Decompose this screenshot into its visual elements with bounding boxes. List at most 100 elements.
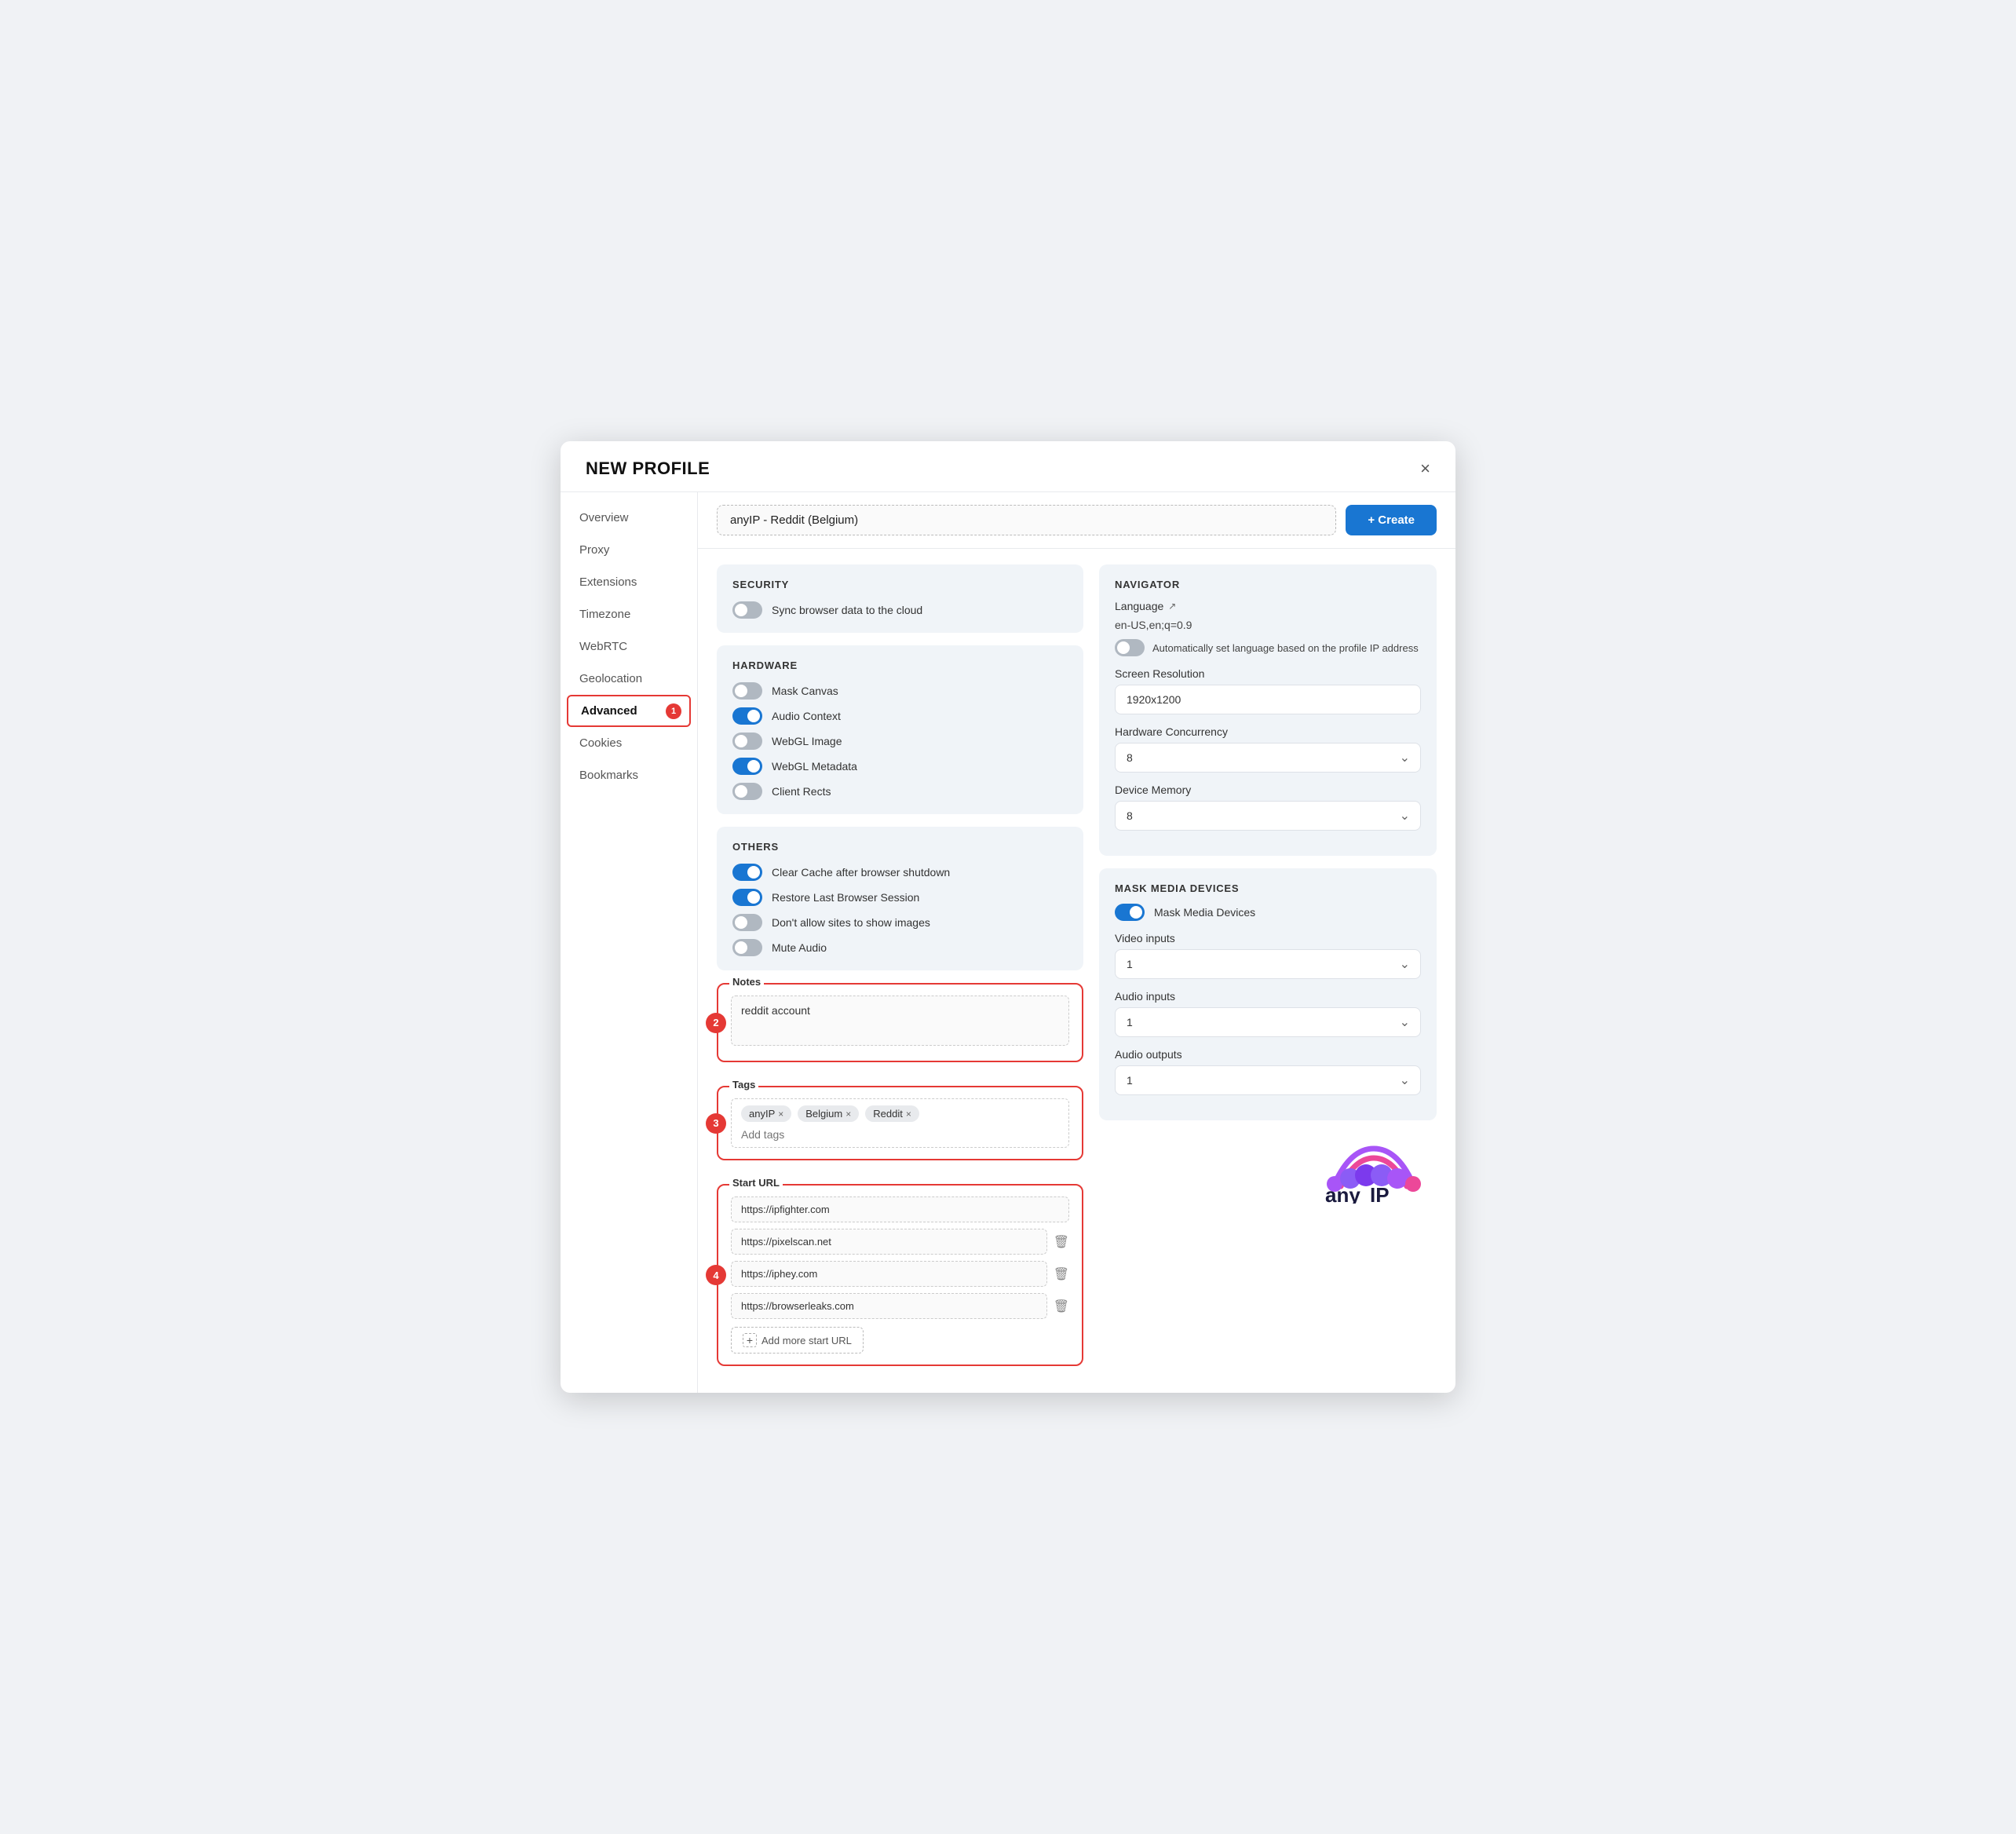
anyip-logo-svg: any IP (1311, 1141, 1437, 1204)
sidebar-badge-advanced: 1 (666, 703, 681, 719)
mask-media-title: MASK MEDIA DEVICES (1115, 882, 1421, 894)
audio-context-label: Audio Context (772, 710, 841, 722)
external-link-icon[interactable]: ↗ (1168, 601, 1176, 612)
tag-reddit-remove[interactable]: × (906, 1109, 911, 1120)
audio-inputs-select[interactable]: 1234 (1115, 1007, 1421, 1037)
start-url-section: Start URL 🗑 (717, 1184, 1083, 1366)
step-badge-4: 4 (706, 1265, 726, 1285)
sidebar-item-proxy[interactable]: Proxy (561, 534, 697, 566)
others-title: OTHERS (732, 841, 1068, 853)
screen-res-label: Screen Resolution (1115, 667, 1421, 680)
tag-belgium-remove[interactable]: × (845, 1109, 851, 1120)
sidebar-item-cookies[interactable]: Cookies (561, 727, 697, 759)
webgl-image-toggle[interactable] (732, 733, 762, 750)
hw-concurrency-select-wrapper: 124816 (1115, 743, 1421, 773)
mask-media-section: MASK MEDIA DEVICES Mask Media Devices Vi… (1099, 868, 1437, 1120)
mute-audio-toggle[interactable] (732, 939, 762, 956)
no-images-toggle[interactable] (732, 914, 762, 931)
create-button[interactable]: + Create (1346, 505, 1437, 535)
tag-belgium: Belgium × (798, 1105, 859, 1122)
restore-session-label: Restore Last Browser Session (772, 891, 919, 904)
close-button[interactable]: × (1420, 460, 1430, 477)
others-row-2: Don't allow sites to show images (732, 914, 1068, 931)
video-inputs-select[interactable]: 1234 (1115, 949, 1421, 979)
tag-input[interactable] (741, 1128, 883, 1141)
left-panel: SECURITY Sync browser data to the cloud … (717, 564, 1083, 1377)
client-rects-toggle[interactable] (732, 783, 762, 800)
navigator-section: NAVIGATOR Language ↗ en-US,en;q=0.9 Auto… (1099, 564, 1437, 856)
sidebar-item-extensions[interactable]: Extensions (561, 566, 697, 598)
clear-cache-label: Clear Cache after browser shutdown (772, 866, 950, 879)
device-memory-select[interactable]: 124816 (1115, 801, 1421, 831)
language-label: Language ↗ (1115, 600, 1421, 612)
audio-context-toggle[interactable] (732, 707, 762, 725)
security-title: SECURITY (732, 579, 1068, 590)
sidebar-item-bookmarks[interactable]: Bookmarks (561, 759, 697, 791)
hw-row-4: Client Rects (732, 783, 1068, 800)
sidebar-item-advanced[interactable]: Advanced1 (567, 695, 691, 727)
hw-row-3: WebGL Metadata (732, 758, 1068, 775)
clear-cache-toggle[interactable] (732, 864, 762, 881)
hw-concurrency-select[interactable]: 124816 (1115, 743, 1421, 773)
url-input-0[interactable] (731, 1196, 1069, 1222)
device-memory-select-wrapper: 124816 (1115, 801, 1421, 831)
mask-media-toggle[interactable] (1115, 904, 1145, 921)
audio-inputs-select-wrapper: 1234 (1115, 1007, 1421, 1037)
audio-outputs-select[interactable]: 1234 (1115, 1065, 1421, 1095)
auto-lang-label: Automatically set language based on the … (1152, 642, 1419, 654)
url-input-3[interactable] (731, 1293, 1047, 1319)
others-row-3: Mute Audio (732, 939, 1068, 956)
right-panel: NAVIGATOR Language ↗ en-US,en;q=0.9 Auto… (1099, 564, 1437, 1377)
mask-canvas-label: Mask Canvas (772, 685, 838, 697)
tags-container[interactable]: anyIP × Belgium × Reddit × (731, 1098, 1069, 1148)
add-url-button[interactable]: + Add more start URL (731, 1327, 864, 1354)
url-input-2[interactable] (731, 1261, 1047, 1287)
webgl-image-label: WebGL Image (772, 735, 842, 747)
restore-session-toggle[interactable] (732, 889, 762, 906)
url-row-2: 🗑 (731, 1261, 1069, 1287)
step-badge-3: 3 (706, 1113, 726, 1134)
svg-text:any: any (1325, 1183, 1360, 1204)
tags-section: Tags anyIP × Belgium × Reddit × (717, 1086, 1083, 1160)
add-url-plus-icon: + (743, 1333, 757, 1347)
mask-media-toggle-row: Mask Media Devices (1115, 904, 1421, 921)
url-list: 🗑 🗑 🗑 (731, 1196, 1069, 1354)
top-bar: + Create (698, 492, 1455, 549)
auto-lang-toggle[interactable] (1115, 639, 1145, 656)
url-input-1[interactable] (731, 1229, 1047, 1255)
audio-outputs-label: Audio outputs (1115, 1048, 1421, 1061)
new-profile-modal: NEW PROFILE × OverviewProxyExtensionsTim… (561, 441, 1455, 1393)
tag-anyip-remove[interactable]: × (778, 1109, 783, 1120)
tags-wrapper: 3 Tags anyIP × Belgium × Reddit × (717, 1086, 1083, 1160)
notes-textarea[interactable] (731, 996, 1069, 1046)
video-inputs-label: Video inputs (1115, 932, 1421, 944)
security-toggle-row: Sync browser data to the cloud (732, 601, 1068, 619)
webgl-meta-toggle[interactable] (732, 758, 762, 775)
url-delete-3[interactable]: 🗑 (1054, 1299, 1069, 1314)
url-row-1: 🗑 (731, 1229, 1069, 1255)
sidebar-item-overview[interactable]: Overview (561, 502, 697, 534)
start-url-label: Start URL (729, 1177, 783, 1189)
profile-name-input[interactable] (717, 505, 1336, 535)
url-row-3: 🗑 (731, 1293, 1069, 1319)
modal-header: NEW PROFILE × (561, 441, 1455, 492)
hw-concurrency-label: Hardware Concurrency (1115, 725, 1421, 738)
auto-lang-row: Automatically set language based on the … (1115, 639, 1421, 656)
others-row-1: Restore Last Browser Session (732, 889, 1068, 906)
start-url-wrapper: 4 Start URL 🗑 (717, 1184, 1083, 1366)
sidebar-item-timezone[interactable]: Timezone (561, 598, 697, 630)
mask-media-label: Mask Media Devices (1154, 906, 1255, 919)
main-content: + Create SECURITY Sync browser data to t… (698, 492, 1455, 1393)
mute-audio-label: Mute Audio (772, 941, 827, 954)
mask-canvas-toggle[interactable] (732, 682, 762, 700)
sync-toggle[interactable] (732, 601, 762, 619)
hw-row-0: Mask Canvas (732, 682, 1068, 700)
video-inputs-select-wrapper: 1234 (1115, 949, 1421, 979)
url-row-0 (731, 1196, 1069, 1222)
url-delete-1[interactable]: 🗑 (1054, 1234, 1069, 1250)
sidebar-item-geolocation[interactable]: Geolocation (561, 663, 697, 695)
audio-outputs-select-wrapper: 1234 (1115, 1065, 1421, 1095)
svg-text:IP: IP (1370, 1183, 1390, 1204)
url-delete-2[interactable]: 🗑 (1054, 1266, 1069, 1282)
sidebar-item-webrtc[interactable]: WebRTC (561, 630, 697, 663)
